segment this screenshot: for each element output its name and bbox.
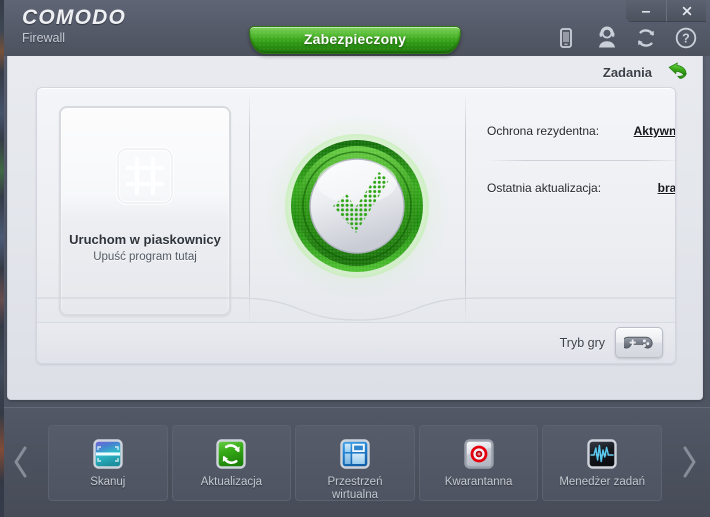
close-button[interactable] xyxy=(666,0,706,22)
security-status-indicator xyxy=(249,88,465,324)
virtual-desktop-icon xyxy=(338,437,372,471)
bottom-toolbar: Skanuj Aktualizacja Przestrzeń wirtualna… xyxy=(0,407,710,517)
status-row-lastupdate: Ostatnia aktualizacja: brak xyxy=(487,175,675,201)
desktop-edge-sliver xyxy=(0,0,4,517)
status-divider xyxy=(487,160,675,161)
status-value-realtime[interactable]: Aktywna xyxy=(634,124,675,138)
gamepad-icon[interactable] xyxy=(615,327,663,358)
sandbox-subtitle: Upuść program tutaj xyxy=(93,251,197,263)
tasks-button[interactable]: Zadania xyxy=(603,62,688,82)
brand-name: COMODO xyxy=(22,6,127,29)
game-mode-control: Tryb gry xyxy=(560,327,663,358)
sync-refresh-icon[interactable] xyxy=(634,26,658,50)
tasks-label: Zadania xyxy=(602,64,652,80)
toolbar-tile-virtual-desktop[interactable]: Przestrzeń wirtualna xyxy=(295,425,415,501)
toolbar-tile-task-manager[interactable]: Menedżer zadań xyxy=(542,425,662,501)
column-divider-2 xyxy=(465,92,466,324)
status-row-realtime: Ochrona rezydentna: Aktywna xyxy=(487,118,675,144)
help-question-icon[interactable]: ? xyxy=(674,26,698,50)
brand-logo: COMODO Firewall xyxy=(22,6,126,45)
main-panel: Zadania Uruchom w piaskownicy Upuść prog… xyxy=(7,53,703,400)
sandbox-grid-icon xyxy=(115,146,175,206)
scroll-left-button[interactable] xyxy=(8,442,34,482)
status-list: Ochrona rezydentna: Aktywna Ostatnia akt… xyxy=(487,118,675,201)
toolbar-tile-scan[interactable]: Skanuj xyxy=(48,425,168,501)
title-bar: COMODO Firewall Zabezpieczony ? xyxy=(0,0,710,56)
toolbar-tile-label-scan: Skanuj xyxy=(90,476,126,488)
toolbar-tile-update[interactable]: Aktualizacja xyxy=(171,425,292,501)
tasks-arrow-icon xyxy=(658,62,688,82)
support-headset-icon[interactable] xyxy=(594,26,618,50)
sandbox-title: Uruchom w piaskownicy xyxy=(69,232,221,247)
status-label-lastupdate: Ostatnia aktualizacja: xyxy=(487,181,602,195)
toolbar-tile-label-update: Aktualizacja xyxy=(200,476,263,488)
scroll-right-button[interactable] xyxy=(676,442,702,482)
status-value-lastupdate[interactable]: brak xyxy=(658,181,675,195)
minimize-button[interactable] xyxy=(626,0,666,22)
card-footer: Tryb gry xyxy=(37,322,675,363)
toolbar-tile-label-task-manager: Menedżer zadań xyxy=(559,476,645,488)
status-label-realtime: Ochrona rezydentna: xyxy=(487,124,600,138)
toolbar-tile-quarantine[interactable]: Kwarantanna xyxy=(418,425,539,501)
update-refresh-icon xyxy=(214,437,248,471)
green-check-shield-icon[interactable] xyxy=(285,134,429,278)
window-controls xyxy=(626,0,706,22)
status-tab-label: Zabezpieczony xyxy=(303,31,407,47)
sandbox-drop-zone[interactable]: Uruchom w piaskownicy Upuść program tuta… xyxy=(59,106,231,316)
task-manager-waveform-icon xyxy=(585,437,619,471)
comodo-firewall-window: COMODO Firewall Zabezpieczony ? Zadania … xyxy=(0,0,710,517)
toolbar-tile-label-virtual-desktop: Przestrzeń wirtualna xyxy=(327,476,383,501)
toolbar-tiles: Skanuj Aktualizacja Przestrzeń wirtualna… xyxy=(48,425,662,501)
scanner-icon xyxy=(91,437,125,471)
mobile-device-icon[interactable] xyxy=(554,26,578,50)
header-icon-bar: ? xyxy=(554,26,698,50)
quarantine-target-icon xyxy=(462,437,496,471)
product-name: Firewall xyxy=(22,31,66,45)
status-card: Uruchom w piaskownicy Upuść program tuta… xyxy=(36,87,676,364)
svg-text:?: ? xyxy=(682,32,690,46)
toolbar-tile-label-quarantine: Kwarantanna xyxy=(444,476,513,488)
game-mode-label: Tryb gry xyxy=(559,335,605,350)
security-status-tab[interactable]: Zabezpieczony xyxy=(249,26,461,54)
